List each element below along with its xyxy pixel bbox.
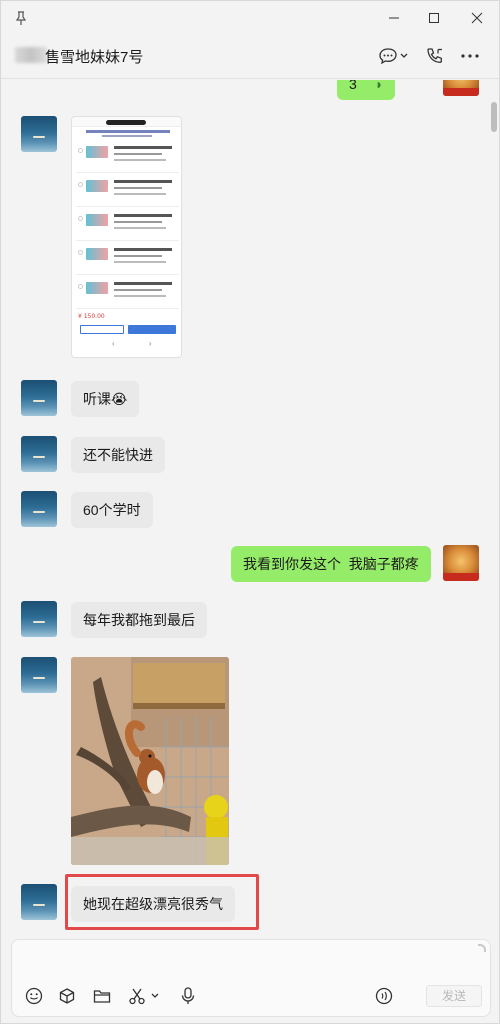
message-bubble-partial[interactable]: 3 ◗: [337, 80, 396, 100]
chat-title[interactable]: 售雪地妹妹7号: [45, 46, 143, 67]
file-button[interactable]: [90, 984, 114, 1008]
scrollbar[interactable]: [489, 80, 499, 936]
minimize-button[interactable]: [383, 7, 405, 29]
contact-avatar[interactable]: [21, 380, 57, 416]
favorites-button[interactable]: [55, 984, 79, 1008]
close-button[interactable]: [466, 7, 488, 29]
message-bubble[interactable]: 60个学时: [71, 492, 153, 528]
call-button[interactable]: [424, 45, 446, 67]
chat-window: 售雪地妹妹7号 3 ◗ ¥ 150.00 ‹ › 听课😭 还不能快进 60个学时…: [0, 0, 500, 1024]
maximize-icon: [429, 13, 439, 23]
contact-avatar[interactable]: [21, 436, 57, 472]
my-message-bubble[interactable]: 我看到你发这个 我脑子都疼: [231, 546, 431, 582]
screenshot-button[interactable]: [125, 984, 149, 1008]
maximize-button[interactable]: [423, 7, 445, 29]
contact-avatar[interactable]: [21, 884, 57, 920]
title-bar: [1, 1, 499, 35]
chat-bubble-icon: [379, 48, 397, 65]
pin-icon[interactable]: [13, 10, 29, 26]
voice-to-text-icon: [375, 987, 393, 1005]
scissors-icon: [129, 988, 145, 1005]
emoji-button[interactable]: [22, 984, 46, 1008]
more-button[interactable]: [459, 45, 481, 67]
send-button[interactable]: 发送: [426, 985, 482, 1007]
my-avatar[interactable]: [443, 80, 479, 96]
blurred-name-prefix: [15, 47, 47, 63]
scrollbar-thumb[interactable]: [491, 102, 497, 132]
call-icon: [427, 48, 442, 63]
image-message-squirrel-photo[interactable]: [71, 657, 229, 865]
voice-wave-icon: ◗: [374, 80, 384, 92]
contact-avatar[interactable]: [21, 491, 57, 527]
message-bubble[interactable]: 听课😭: [71, 381, 140, 417]
voice-input-button[interactable]: [176, 984, 200, 1008]
highlight-box: [65, 874, 259, 930]
microphone-icon: [181, 987, 195, 1004]
message-bubble[interactable]: 还不能快进: [71, 437, 165, 473]
contact-avatar[interactable]: [21, 601, 57, 637]
screenshot-options-dropdown[interactable]: [148, 984, 162, 1008]
message-input-area[interactable]: 发送: [11, 939, 491, 1017]
voice-to-text-button[interactable]: [372, 984, 396, 1008]
more-icon: [461, 54, 479, 58]
chat-bubble-button[interactable]: [377, 45, 399, 67]
minimize-icon: [389, 17, 399, 19]
resize-handle[interactable]: [478, 944, 486, 952]
my-avatar[interactable]: [443, 545, 479, 581]
squirrel-photo-image: [71, 657, 229, 865]
package-icon: [59, 988, 75, 1004]
contact-avatar[interactable]: [21, 657, 57, 693]
chat-header: 售雪地妹妹7号: [1, 35, 499, 79]
folder-icon: [93, 990, 111, 1003]
image-message-screenshot[interactable]: ¥ 150.00 ‹ ›: [71, 116, 182, 358]
chevron-down-icon: [400, 53, 408, 58]
close-icon: [471, 12, 483, 24]
chat-options-dropdown[interactable]: [397, 45, 411, 67]
message-bubble[interactable]: 每年我都拖到最后: [71, 602, 207, 638]
contact-avatar[interactable]: [21, 116, 57, 152]
chevron-down-icon: [151, 993, 159, 998]
emoji-icon: [25, 987, 43, 1005]
